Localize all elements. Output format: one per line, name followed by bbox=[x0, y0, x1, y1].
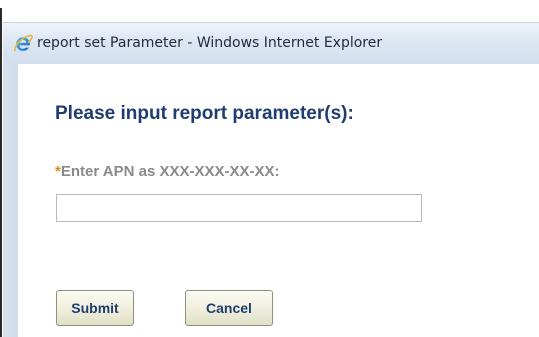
cancel-button[interactable]: Cancel bbox=[185, 290, 273, 326]
title-bar[interactable]: report set Parameter - Windows Internet … bbox=[3, 22, 539, 64]
ie-popup-window: report set Parameter - Windows Internet … bbox=[3, 22, 539, 337]
background-window-edge bbox=[0, 8, 2, 337]
submit-button[interactable]: Submit bbox=[56, 290, 134, 326]
dialog-content: Please input report parameter(s): *Enter… bbox=[18, 64, 539, 337]
window-frame-left bbox=[3, 64, 18, 337]
form-heading: Please input report parameter(s): bbox=[55, 103, 354, 124]
window-title: report set Parameter - Windows Internet … bbox=[37, 35, 383, 51]
apn-label-text: Enter APN as XXX-XXX-XX-XX: bbox=[60, 163, 280, 180]
apn-input[interactable] bbox=[56, 194, 422, 222]
internet-explorer-icon bbox=[13, 34, 33, 54]
screen: report set Parameter - Windows Internet … bbox=[0, 0, 539, 337]
apn-field-label: *Enter APN as XXX-XXX-XX-XX: bbox=[55, 163, 280, 180]
